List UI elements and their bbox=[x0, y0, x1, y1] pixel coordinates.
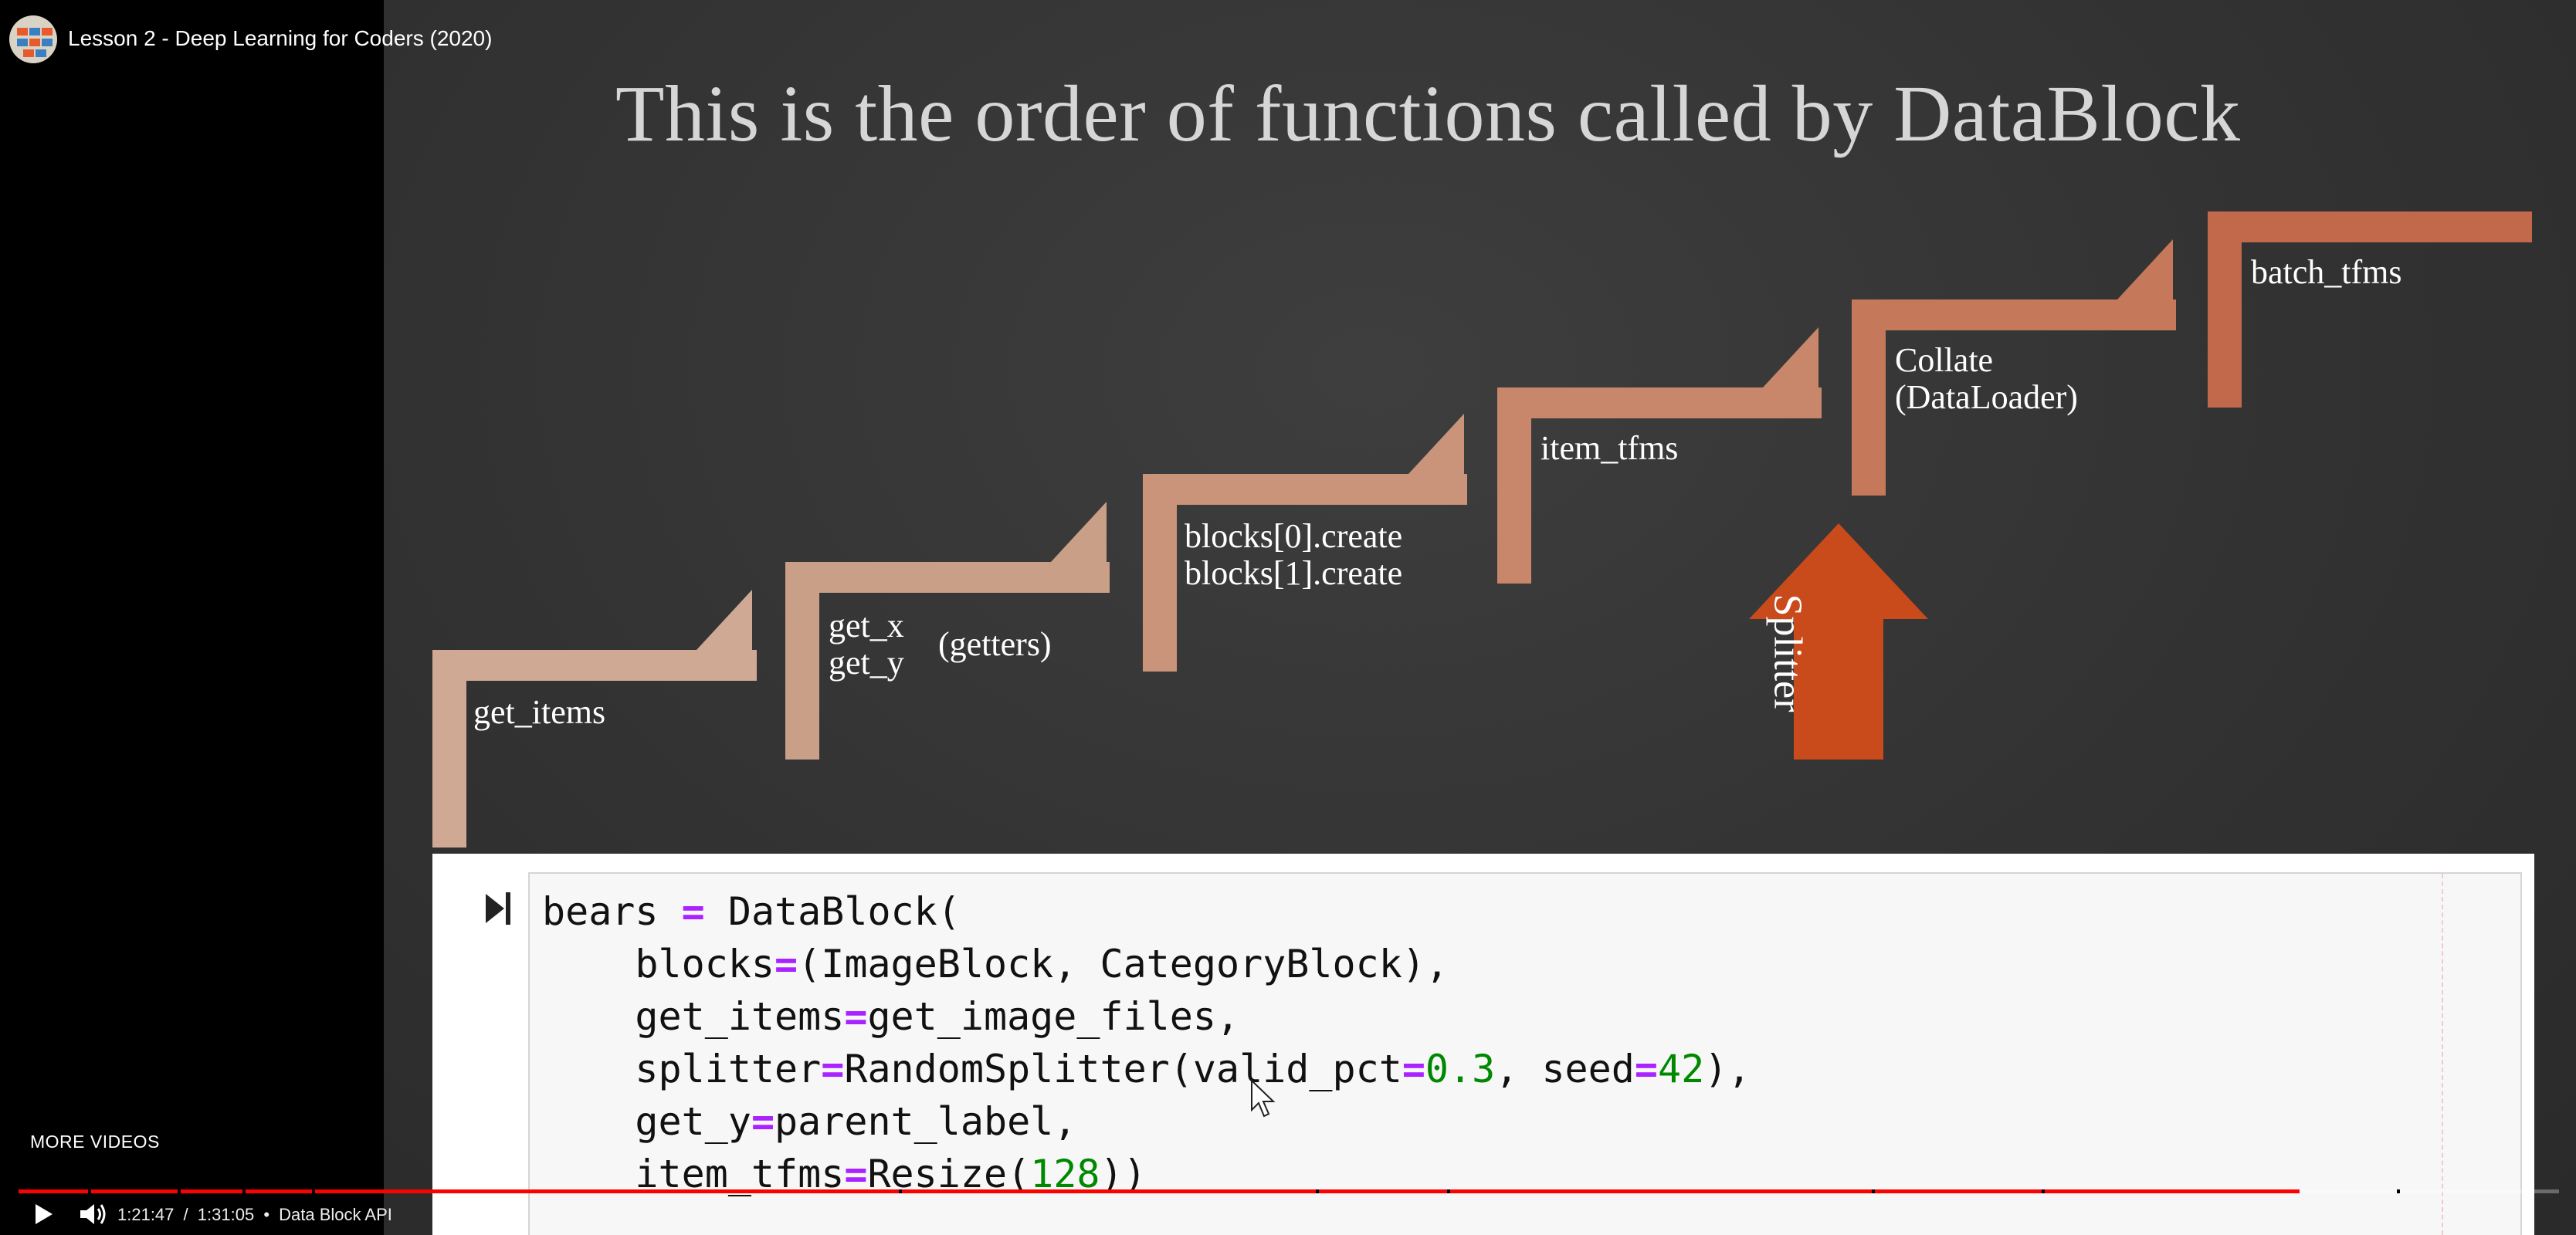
time-display: 1:21:47 / 1:31:05 • Data Block API bbox=[117, 1205, 392, 1225]
progress-bar[interactable] bbox=[19, 1189, 2559, 1193]
volume-icon[interactable] bbox=[77, 1201, 108, 1227]
code-token: = bbox=[844, 994, 868, 1039]
step-label-collate: Collate bbox=[1895, 341, 1994, 379]
current-time: 1:21:47 bbox=[117, 1205, 175, 1224]
chapter-bullet: • bbox=[263, 1205, 270, 1224]
code-token: = bbox=[1402, 1047, 1425, 1091]
code-token: blocks bbox=[542, 942, 775, 986]
step-label-get-x: get_x bbox=[829, 607, 904, 645]
chapter-marker bbox=[1872, 1189, 1875, 1193]
code-ruler bbox=[2442, 874, 2443, 1235]
chapter-marker bbox=[2397, 1189, 2400, 1193]
code-token: get_image_files, bbox=[867, 994, 1240, 1039]
step-batch-tfms bbox=[2208, 211, 2532, 408]
time-separator: / bbox=[183, 1205, 188, 1224]
progress-bar-played bbox=[19, 1189, 2300, 1193]
step-label-batch-tfms: batch_tfms bbox=[2251, 253, 2402, 291]
slide-title: This is the order of functions called by… bbox=[615, 69, 2241, 158]
code-token: RandomSplitter(valid_pct bbox=[844, 1047, 1402, 1091]
code-token: = bbox=[1634, 1047, 1658, 1091]
chapter-marker bbox=[178, 1189, 181, 1193]
code-token: splitter bbox=[542, 1047, 822, 1091]
code-line: splitter=RandomSplitter(valid_pct=0.3, s… bbox=[542, 1047, 1751, 1091]
chapter-marker bbox=[2042, 1189, 2045, 1193]
step-label-get-y: get_y bbox=[829, 644, 904, 682]
step-label-blocks-0: blocks[0].create bbox=[1185, 517, 1403, 555]
code-token: bears bbox=[542, 889, 682, 934]
mouse-cursor-icon bbox=[1251, 1079, 1276, 1118]
chapter-title[interactable]: Data Block API bbox=[279, 1205, 392, 1224]
chapter-marker bbox=[312, 1189, 315, 1193]
code-token: ), bbox=[1704, 1047, 1751, 1091]
code-token: parent_label, bbox=[774, 1099, 1077, 1144]
chapter-marker bbox=[1316, 1189, 1319, 1193]
chapter-marker bbox=[1447, 1189, 1450, 1193]
code-token: get_items bbox=[542, 994, 845, 1039]
code-token: get_y bbox=[542, 1099, 751, 1144]
step-label-blocks-1: blocks[1].create bbox=[1185, 554, 1403, 592]
step-label-item-tfms: item_tfms bbox=[1541, 429, 1679, 467]
more-videos-button[interactable]: MORE VIDEOS bbox=[30, 1132, 160, 1152]
code-token: 42 bbox=[1657, 1047, 1705, 1091]
duration: 1:31:05 bbox=[197, 1205, 255, 1224]
slide: This is the order of functions called by… bbox=[384, 0, 2576, 1235]
code-token: , seed bbox=[1495, 1047, 1635, 1091]
play-icon[interactable] bbox=[29, 1201, 56, 1227]
chapter-marker bbox=[88, 1189, 91, 1193]
chapter-marker bbox=[899, 1189, 902, 1193]
video-title[interactable]: Lesson 2 - Deep Learning for Coders (202… bbox=[68, 26, 492, 51]
code-token: 0.3 bbox=[1425, 1047, 1496, 1091]
code-token: = bbox=[821, 1047, 845, 1091]
step-label-get-items: get_items bbox=[473, 693, 606, 731]
code-token: DataBlock( bbox=[704, 889, 961, 934]
code-line: bears = DataBlock( bbox=[542, 889, 961, 934]
code-token: (ImageBlock, CategoryBlock), bbox=[798, 942, 1449, 986]
channel-avatar[interactable] bbox=[9, 15, 57, 63]
step-label-dataloader: (DataLoader) bbox=[1895, 378, 2078, 416]
run-cell-icon[interactable] bbox=[483, 888, 514, 929]
step-label-getters: (getters) bbox=[938, 625, 1052, 663]
code-token: = bbox=[751, 1099, 775, 1144]
code-token: = bbox=[774, 942, 798, 986]
chapter-marker bbox=[242, 1189, 246, 1193]
code-line: get_y=parent_label, bbox=[542, 1099, 1076, 1144]
code-line: blocks=(ImageBlock, CategoryBlock), bbox=[542, 942, 1449, 986]
step-get-items bbox=[432, 590, 757, 848]
splitter-label: Splitter bbox=[1765, 594, 1810, 712]
video-player[interactable]: This is the order of functions called by… bbox=[0, 0, 2576, 1235]
code-token: = bbox=[681, 889, 705, 934]
code-line: get_items=get_image_files, bbox=[542, 994, 1239, 1039]
